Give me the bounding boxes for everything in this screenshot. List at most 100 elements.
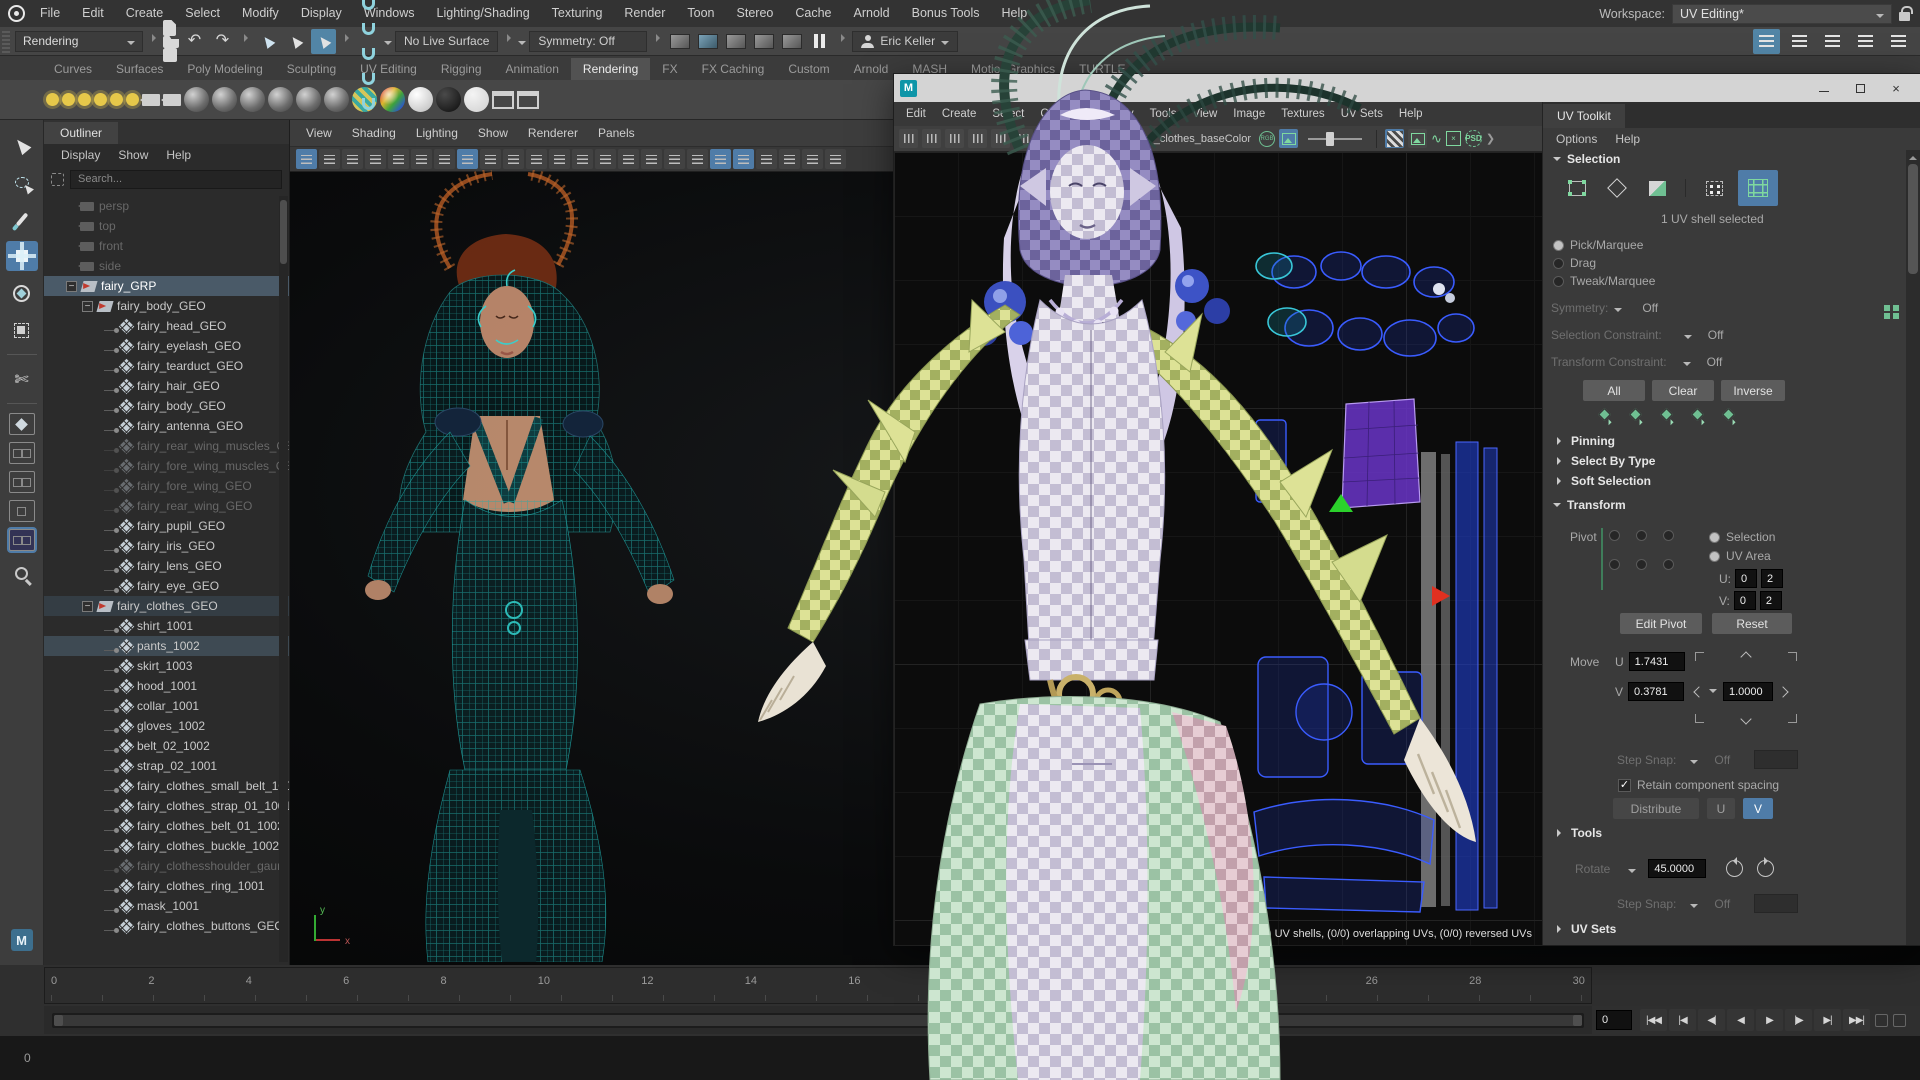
move-down-right-icon[interactable] [1788, 714, 1797, 723]
move-step-field[interactable]: 1.0000 [1723, 682, 1773, 701]
filter-icon[interactable] [51, 173, 64, 186]
move-tool[interactable] [6, 241, 38, 271]
viewport-toolbar-button-lock-camera[interactable] [319, 149, 340, 169]
playback-button-step-forward-key[interactable]: ▶| [1814, 1009, 1841, 1031]
symmetry-grid-icon[interactable] [1884, 305, 1890, 311]
move-u-field[interactable]: 1.7431 [1629, 652, 1685, 671]
viewport-toolbar-button-anti-aliasing[interactable] [802, 149, 823, 169]
convert-to-shell-icon[interactable] [1722, 408, 1735, 421]
scale-tool[interactable] [6, 315, 38, 345]
uv-move-button[interactable] [899, 129, 918, 148]
outliner-row[interactable]: fairy_clothes_strap_01_1001 [44, 796, 289, 816]
outliner-menu-item[interactable]: Display [52, 148, 109, 162]
shelf-tab[interactable]: Animation [494, 58, 571, 80]
uv-menu-item[interactable]: Create [934, 108, 985, 120]
menu-item[interactable]: Bonus Tools [901, 6, 991, 20]
shelf-button-surface-shader[interactable] [408, 87, 433, 112]
distribute-u-button[interactable]: U [1707, 798, 1735, 819]
viewport-toolbar-button-safe-action[interactable] [572, 149, 593, 169]
uv-menu-item[interactable]: View [1185, 108, 1226, 120]
command-line-strip[interactable]: 0 [0, 1036, 1920, 1080]
outliner-row[interactable]: fairy_eyelash_GEO [44, 336, 289, 356]
shelf-tab[interactable]: Custom [776, 58, 841, 80]
chevron-down-icon[interactable] [1690, 904, 1698, 912]
outliner-row[interactable]: fairy_clothes_buckle_1002 [44, 836, 289, 856]
shelf-button-camera-and-aim[interactable] [163, 94, 181, 106]
select-all-button[interactable]: All [1583, 380, 1645, 401]
face-mode-button[interactable] [1641, 173, 1673, 203]
chevron-down-icon[interactable] [518, 41, 526, 49]
tools-section-header[interactable]: Tools [1553, 826, 1602, 840]
pivot-radio[interactable] [1663, 559, 1674, 570]
uv-flip-u-button[interactable] [968, 129, 987, 148]
select-by-object-button[interactable] [283, 29, 308, 54]
account-menu[interactable]: Eric Keller [852, 31, 958, 52]
image-dim-slider[interactable] [1308, 138, 1362, 140]
uv-menu-item[interactable]: Edit [898, 108, 934, 120]
viewport-toolbar-button-default-material[interactable] [687, 149, 708, 169]
outliner-row[interactable]: fairy_eye_GEO [44, 576, 289, 596]
shelf-tab[interactable]: Poly Modeling [175, 58, 274, 80]
sidebar-toggle-attribute-editor[interactable] [1852, 29, 1879, 54]
uv-layout-button[interactable] [1083, 129, 1102, 148]
minimize-button[interactable] [1806, 76, 1842, 100]
select-by-type-section-header[interactable]: Select By Type [1553, 454, 1655, 468]
group-collapser[interactable] [503, 29, 513, 54]
paint-select-tool[interactable] [6, 204, 38, 234]
menu-item[interactable]: Create [115, 6, 175, 20]
shelf-tab[interactable]: Rigging [429, 58, 494, 80]
render-current-frame-button[interactable] [667, 29, 692, 54]
uv-toolkit-tab[interactable]: UV Toolkit [1543, 104, 1625, 128]
shelf-button-shaderfx-shader[interactable] [380, 87, 405, 112]
snap-button-snap-to-view-plane[interactable] [356, 66, 381, 91]
pivot-uv-area-radio[interactable]: UV Area [1709, 549, 1771, 563]
menu-item[interactable]: Edit [71, 6, 115, 20]
soft-selection-section-header[interactable]: Soft Selection [1553, 474, 1651, 488]
shelf-button-spot-light[interactable] [46, 93, 59, 106]
viewport-toolbar-button-depth-of-field[interactable] [825, 149, 846, 169]
shelf-button-render-settings[interactable] [492, 91, 514, 109]
cut-uv-tool[interactable]: ✄ [6, 364, 38, 394]
menu-item[interactable]: Select [174, 6, 231, 20]
pivot-u2-field[interactable]: 2 [1761, 569, 1783, 588]
uv-editor-window[interactable]: M × EditCreateSelectCut/SewModifyToolsVi… [894, 74, 1920, 945]
menu-set-select[interactable]: Rendering [15, 31, 143, 52]
shelf-button-blinn[interactable] [212, 87, 237, 112]
menu-item[interactable]: File [29, 6, 71, 20]
viewport-toolbar-button-select-camera[interactable] [296, 149, 317, 169]
transform-constraint-value[interactable]: Off [1707, 355, 1723, 369]
convert-to-uv-icon[interactable] [1691, 408, 1704, 421]
range-handle-end[interactable] [1573, 1015, 1582, 1026]
viewport-toolbar-button-camera-attributes[interactable] [342, 149, 363, 169]
viewport-toolbar-button-bookmarks[interactable] [365, 149, 386, 169]
layout-single-pane[interactable] [9, 413, 35, 435]
uv-toolkit-menu-item[interactable]: Options [1547, 132, 1606, 146]
sidebar-toggle-modeling-toolkit[interactable] [1753, 29, 1780, 54]
shelf-button-anisotropic[interactable] [324, 87, 349, 112]
uv-sets-section-header[interactable]: UV Sets [1553, 922, 1616, 936]
playback-button-go-to-start[interactable]: |◀◀ [1640, 1009, 1667, 1031]
status-button-open-scene[interactable] [163, 36, 179, 48]
shelf-button-area-light[interactable] [94, 93, 107, 106]
sidebar-toggle-character-controls[interactable] [1786, 29, 1813, 54]
outliner-row[interactable]: persp [44, 196, 289, 216]
mode-drag[interactable]: Drag [1553, 256, 1596, 270]
shelf-button-standard-surface[interactable] [184, 87, 209, 112]
uv-shell-mode-button[interactable] [1738, 170, 1778, 206]
uv-sew-button[interactable] [1037, 129, 1056, 148]
menu-item[interactable]: Toon [676, 6, 725, 20]
outliner-row[interactable]: fairy_iris_GEO [44, 536, 289, 556]
snap-button-make-object-live[interactable] [356, 91, 381, 116]
viewport-menu-item[interactable]: Show [468, 126, 518, 140]
texture-borders-button[interactable] [1408, 129, 1427, 148]
viewport-toolbar-button-occlusion[interactable] [756, 149, 777, 169]
outliner-tab[interactable]: Outliner [44, 122, 118, 144]
playback-button-play-forwards[interactable]: ▶ [1756, 1009, 1783, 1031]
pivot-selection-radio[interactable]: Selection [1709, 530, 1775, 544]
chevron-down-icon[interactable] [384, 41, 392, 49]
select-tool[interactable] [6, 130, 38, 160]
menu-item[interactable]: Arnold [843, 6, 901, 20]
menu-item[interactable]: Help [991, 6, 1039, 20]
outliner-row[interactable]: fairy_lens_GEO [44, 556, 289, 576]
uv-menu-item[interactable]: Help [1391, 108, 1431, 120]
